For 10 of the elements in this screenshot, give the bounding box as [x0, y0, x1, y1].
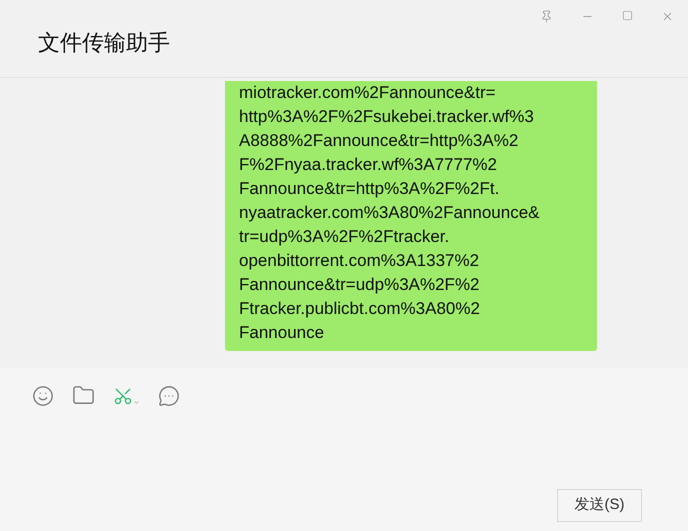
send-button[interactable]: 发送(S): [557, 489, 642, 522]
maximize-icon[interactable]: [622, 10, 633, 21]
emoji-icon[interactable]: [32, 384, 54, 406]
message-bubble: miotracker.com%2Fannounce&tr= http%3A%2F%2Fsukebei.tracker.wf%3 A8888%2Fannounce&tr=http%3A%2 F%2Fnyaa.tracker.wf%3A7777%2 Fannounce&tr=http%3A%2F%2Ft. nyaatracker.com%3A80%2Fannounce& tr=udp%3A%2F%2Ftracker. openbittorrent.com%3A1337%2 Fannounce&tr=udp%3A%2F%2 Ftracker.publicbt.com%3A80%2 Fannounce: [225, 81, 597, 351]
window-title: 文件传输助手: [38, 31, 170, 56]
chat-icon[interactable]: [158, 384, 180, 406]
scissors-icon[interactable]: [113, 386, 140, 406]
folder-icon[interactable]: [72, 384, 95, 407]
close-icon[interactable]: [661, 10, 674, 23]
pin-icon[interactable]: [540, 10, 553, 23]
